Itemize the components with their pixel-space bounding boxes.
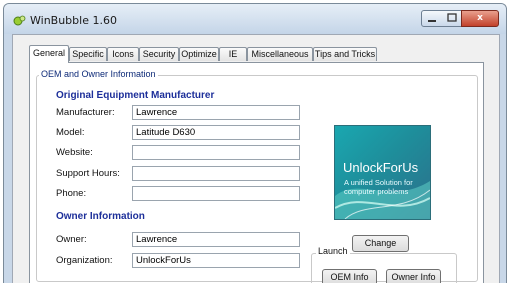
window-title: WinBubble 1.60	[30, 14, 117, 27]
model-field[interactable]: Latitude D630	[132, 125, 300, 140]
close-icon: x	[477, 13, 483, 23]
owner-info-button[interactable]: Owner Info	[386, 269, 441, 283]
tab-miscellaneous[interactable]: Miscellaneous	[247, 47, 313, 61]
model-label: Model:	[56, 127, 85, 138]
close-button[interactable]: x	[461, 10, 499, 27]
tab-specific[interactable]: Specific	[69, 47, 107, 61]
minimize-icon	[428, 20, 436, 22]
owner-heading: Owner Information	[56, 211, 145, 222]
organization-label: Organization:	[56, 255, 113, 266]
client-area: General Specific Icons Security Optimize…	[12, 34, 500, 283]
website-field[interactable]	[132, 145, 300, 160]
organization-field[interactable]: UnlockForUs	[132, 253, 300, 268]
website-label: Website:	[56, 147, 93, 158]
general-tab-panel: OEM and Owner Information Original Equip…	[29, 62, 484, 283]
app-icon	[13, 15, 26, 26]
title-bar[interactable]: WinBubble 1.60 x	[4, 4, 506, 34]
minimize-button[interactable]	[421, 10, 443, 27]
logo-tagline: A unified Solution for computer problems	[344, 178, 413, 196]
tab-ie[interactable]: IE	[219, 47, 247, 61]
owner-field[interactable]: Lawrence	[132, 232, 300, 247]
tab-optimize[interactable]: Optimize	[179, 47, 219, 61]
maximize-icon	[446, 13, 457, 22]
tab-tips-and-tricks[interactable]: Tips and Tricks	[313, 47, 377, 61]
owner-label: Owner:	[56, 234, 87, 245]
support-hours-label: Support Hours:	[56, 168, 120, 179]
change-button[interactable]: Change	[352, 235, 409, 252]
tab-general[interactable]: General	[29, 45, 69, 63]
oem-info-button[interactable]: OEM Info	[322, 269, 377, 283]
oem-heading: Original Equipment Manufacturer	[56, 90, 215, 101]
groupbox-title: OEM and Owner Information	[39, 69, 158, 79]
manufacturer-field[interactable]: Lawrence	[132, 105, 300, 120]
tab-icons[interactable]: Icons	[107, 47, 139, 61]
phone-field[interactable]	[132, 186, 300, 201]
tab-security[interactable]: Security	[139, 47, 179, 61]
launch-label: Launch	[316, 246, 350, 256]
unlockforus-logo: UnlockForUs A unified Solution for compu…	[334, 125, 431, 220]
logo-title: UnlockForUs	[343, 160, 419, 175]
app-window: WinBubble 1.60 x General Specific Icons …	[3, 3, 507, 283]
maximize-button[interactable]	[442, 10, 462, 27]
phone-label: Phone:	[56, 188, 87, 199]
support-hours-field[interactable]	[132, 166, 300, 181]
manufacturer-label: Manufacturer:	[56, 107, 115, 118]
